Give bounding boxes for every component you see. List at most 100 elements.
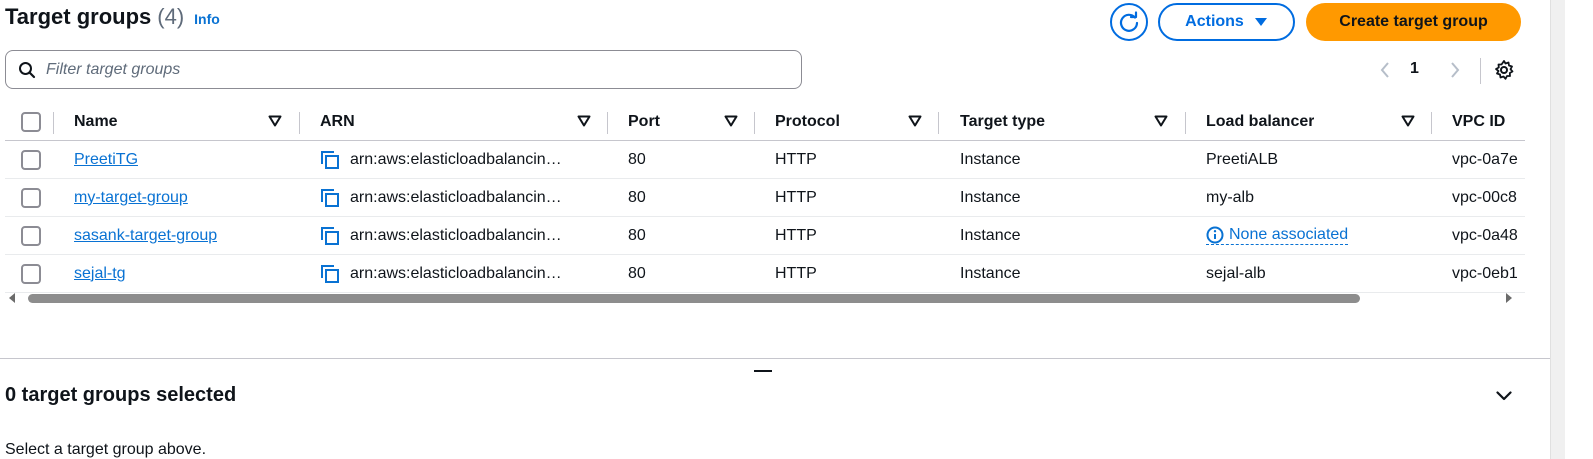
column-divider[interactable]: [1431, 112, 1432, 134]
arn-cell: arn:aws:elasticloadbalancin…: [320, 141, 562, 178]
sort-icon[interactable]: [268, 115, 282, 127]
sort-icon[interactable]: [577, 115, 591, 127]
filter-input[interactable]: [46, 60, 746, 79]
actions-label: Actions: [1185, 13, 1244, 30]
next-page-button[interactable]: [1445, 58, 1465, 82]
sort-icon[interactable]: [724, 115, 738, 127]
row-checkbox-cell: [21, 141, 41, 178]
copy-icon[interactable]: [320, 264, 340, 284]
sort-icon[interactable]: [1154, 115, 1168, 127]
sort-icon[interactable]: [908, 115, 922, 127]
protocol-cell: HTTP: [775, 188, 817, 206]
column-header-vpc-id[interactable]: VPC ID: [1452, 103, 1505, 140]
copy-icon[interactable]: [320, 188, 340, 208]
row-checkbox[interactable]: [21, 225, 41, 246]
chevron-right-icon: [1451, 62, 1460, 78]
name-cell: sasank-target-group: [74, 217, 217, 254]
arn-value: arn:aws:elasticloadbalancin…: [350, 226, 562, 244]
table-row[interactable]: PreetiTG arn:aws:elasticloadbalancin… 80…: [5, 141, 1525, 179]
table-row[interactable]: sasank-target-group arn:aws:elasticloadb…: [5, 217, 1525, 255]
caret-down-icon: [1254, 18, 1267, 26]
vpc-id-cell: vpc-0a7e: [1452, 150, 1518, 168]
arn-cell: arn:aws:elasticloadbalancin…: [320, 255, 562, 292]
scroll-left-arrow-icon[interactable]: [8, 293, 16, 303]
row-checkbox-cell: [21, 179, 41, 216]
column-header-target-type[interactable]: Target type: [960, 103, 1045, 140]
pagination-divider: [1480, 58, 1481, 84]
create-target-group-button[interactable]: Create target group: [1306, 3, 1521, 41]
column-header-arn[interactable]: ARN: [320, 103, 355, 140]
column-divider[interactable]: [299, 112, 300, 134]
target-type-cell: Instance: [960, 188, 1021, 206]
target-group-link[interactable]: sejal-tg: [74, 265, 126, 283]
target-group-link[interactable]: PreetiTG: [74, 151, 138, 169]
name-cell: sejal-tg: [74, 255, 126, 292]
none-associated-popover[interactable]: None associated: [1206, 226, 1349, 245]
target-group-count: (4): [157, 4, 185, 29]
refresh-icon: [1119, 11, 1139, 32]
horizontal-scroll-thumb[interactable]: [28, 294, 1360, 303]
load-balancer-cell: my-alb: [1206, 188, 1255, 206]
load-balancer-cell: None associated: [1206, 217, 1349, 254]
port-cell: 80: [628, 188, 646, 206]
column-divider[interactable]: [607, 112, 608, 134]
none-associated-label: None associated: [1229, 226, 1349, 243]
table-row[interactable]: my-target-group arn:aws:elasticloadbalan…: [5, 179, 1525, 217]
vertical-scrollbar[interactable]: [1550, 0, 1565, 459]
split-panel-resize-handle[interactable]: [754, 370, 772, 372]
copy-icon[interactable]: [320, 150, 340, 170]
row-checkbox-cell: [21, 217, 41, 254]
target-groups-table: Name ARN Port Protocol Target type Load …: [5, 103, 1525, 293]
copy-icon[interactable]: [320, 226, 340, 246]
preferences-button[interactable]: [1492, 58, 1516, 82]
column-divider[interactable]: [938, 112, 939, 134]
chevron-down-icon: [1496, 391, 1512, 401]
actions-button[interactable]: Actions: [1158, 3, 1295, 41]
search-icon: [19, 61, 36, 78]
target-type-cell: Instance: [960, 264, 1021, 282]
vpc-id-cell: vpc-0eb1: [1452, 264, 1518, 282]
collapse-panel-button[interactable]: [1494, 388, 1514, 404]
vpc-id-cell: vpc-00c8: [1452, 188, 1517, 206]
vpc-id-cell: vpc-0a48: [1452, 226, 1518, 244]
scroll-right-arrow-icon[interactable]: [1505, 293, 1513, 303]
arn-cell: arn:aws:elasticloadbalancin…: [320, 217, 562, 254]
table-header-row: Name ARN Port Protocol Target type Load …: [5, 103, 1525, 141]
column-header-protocol[interactable]: Protocol: [775, 103, 840, 140]
gear-icon: [1495, 60, 1514, 80]
arn-value: arn:aws:elasticloadbalancin…: [350, 264, 562, 282]
target-group-link[interactable]: sasank-target-group: [74, 227, 217, 245]
selection-panel-message: Select a target group above.: [5, 441, 207, 458]
column-divider: [53, 112, 54, 134]
port-cell: 80: [628, 264, 646, 282]
info-link[interactable]: Info: [194, 11, 220, 27]
row-checkbox[interactable]: [21, 149, 41, 170]
arn-value: arn:aws:elasticloadbalancin…: [350, 188, 562, 206]
column-header-port[interactable]: Port: [628, 103, 660, 140]
protocol-cell: HTTP: [775, 264, 817, 282]
selection-panel-title: 0 target groups selected: [5, 384, 237, 406]
horizontal-scrollbar[interactable]: [5, 292, 1520, 304]
target-group-link[interactable]: my-target-group: [74, 189, 188, 207]
column-divider[interactable]: [754, 112, 755, 134]
page-header: Target groups (4) Info: [5, 4, 220, 30]
arn-cell: arn:aws:elasticloadbalancin…: [320, 179, 562, 216]
column-divider[interactable]: [1185, 112, 1186, 134]
info-icon: [1206, 226, 1224, 244]
name-cell: PreetiTG: [74, 141, 138, 178]
filter-box: [5, 50, 802, 89]
column-header-load-balancer[interactable]: Load balancer: [1206, 103, 1314, 140]
row-checkbox[interactable]: [21, 187, 41, 208]
row-checkbox[interactable]: [21, 263, 41, 284]
refresh-button[interactable]: [1110, 3, 1148, 41]
column-header-name[interactable]: Name: [74, 103, 118, 140]
sort-icon[interactable]: [1401, 115, 1415, 127]
select-all-checkbox[interactable]: [21, 111, 41, 132]
load-balancer-cell: sejal-alb: [1206, 264, 1266, 282]
previous-page-button[interactable]: [1375, 58, 1395, 82]
row-checkbox-cell: [21, 255, 41, 292]
name-cell: my-target-group: [74, 179, 188, 216]
current-page-number[interactable]: 1: [1410, 60, 1419, 78]
page-edge: [1565, 0, 1593, 459]
table-row[interactable]: sejal-tg arn:aws:elasticloadbalancin… 80…: [5, 255, 1525, 293]
